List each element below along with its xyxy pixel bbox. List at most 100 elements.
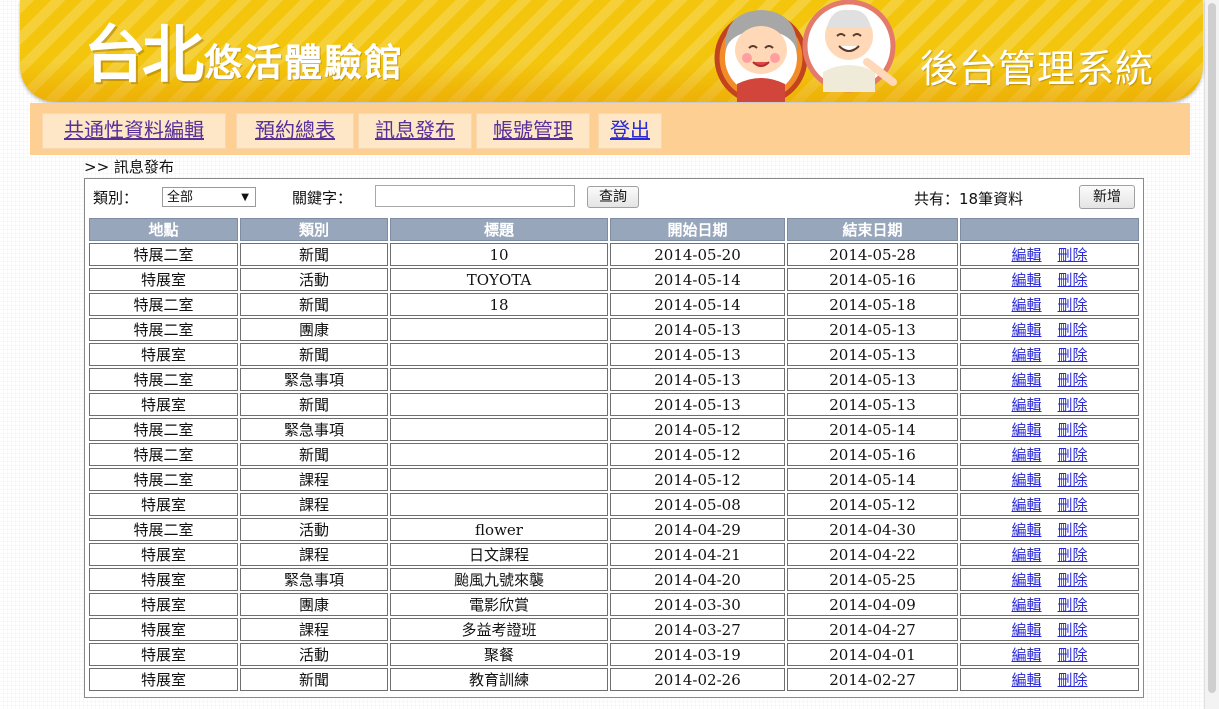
- nav-item-announcements[interactable]: 訊息發布: [358, 113, 472, 149]
- delete-link[interactable]: 刪除: [1058, 271, 1088, 289]
- delete-link[interactable]: 刪除: [1058, 471, 1088, 489]
- edit-link[interactable]: 編輯: [1011, 596, 1041, 614]
- cell-start-date: 2014-05-08: [610, 493, 785, 516]
- cell-start-date: 2014-05-14: [610, 293, 785, 316]
- edit-link[interactable]: 編輯: [1011, 346, 1041, 364]
- scrollbar-thumb[interactable]: [1208, 3, 1216, 693]
- announcement-table: 地點 類別 標題 開始日期 結束日期 特展二室 新聞 10 2014-05-20 201…: [87, 216, 1141, 693]
- category-select-value: 全部: [167, 190, 194, 205]
- cell-start-date: 2014-05-13: [610, 368, 785, 391]
- cell-actions: 編輯 刪除: [960, 543, 1139, 566]
- category-label: 類別：: [93, 189, 139, 207]
- category-select[interactable]: 全部 ▼: [162, 187, 256, 207]
- cell-category: 新聞: [240, 668, 388, 691]
- delete-link[interactable]: 刪除: [1058, 246, 1088, 264]
- cell-title: 颱風九號來襲: [390, 568, 608, 591]
- edit-link[interactable]: 編輯: [1011, 396, 1041, 414]
- cell-end-date: 2014-05-12: [787, 493, 958, 516]
- cell-location: 特展室: [89, 593, 238, 616]
- cell-end-date: 2014-04-27: [787, 618, 958, 641]
- edit-link[interactable]: 編輯: [1011, 321, 1041, 339]
- edit-link[interactable]: 編輯: [1011, 371, 1041, 389]
- cell-end-date: 2014-05-16: [787, 443, 958, 466]
- delete-link[interactable]: 刪除: [1058, 521, 1088, 539]
- edit-link[interactable]: 編輯: [1011, 246, 1041, 264]
- cell-end-date: 2014-05-28: [787, 243, 958, 266]
- cell-category: 課程: [240, 618, 388, 641]
- delete-link[interactable]: 刪除: [1058, 596, 1088, 614]
- cell-end-date: 2014-05-25: [787, 568, 958, 591]
- edit-link[interactable]: 編輯: [1011, 546, 1041, 564]
- delete-link[interactable]: 刪除: [1058, 396, 1088, 414]
- cell-location: 特展室: [89, 393, 238, 416]
- cell-start-date: 2014-02-26: [610, 668, 785, 691]
- edit-link[interactable]: 編輯: [1011, 296, 1041, 314]
- edit-link[interactable]: 編輯: [1011, 521, 1041, 539]
- nav-item-reservations[interactable]: 預約總表: [236, 113, 354, 149]
- delete-link[interactable]: 刪除: [1058, 671, 1088, 689]
- delete-link[interactable]: 刪除: [1058, 321, 1088, 339]
- table-row: 特展二室 活動 flower 2014-04-29 2014-04-30 編輯 刪除: [89, 518, 1139, 541]
- search-button[interactable]: 查詢: [587, 186, 639, 208]
- table-row: 特展室 新聞 教育訓練 2014-02-26 2014-02-27 編輯 刪除: [89, 668, 1139, 691]
- delete-link[interactable]: 刪除: [1058, 571, 1088, 589]
- table-row: 特展室 新聞 2014-05-13 2014-05-13 編輯 刪除: [89, 393, 1139, 416]
- delete-link[interactable]: 刪除: [1058, 371, 1088, 389]
- table-row: 特展二室 新聞 18 2014-05-14 2014-05-18 編輯 刪除: [89, 293, 1139, 316]
- cell-title: 18: [390, 293, 608, 316]
- keyword-label: 關鍵字：: [292, 189, 353, 207]
- cell-start-date: 2014-04-21: [610, 543, 785, 566]
- cell-actions: 編輯 刪除: [960, 643, 1139, 666]
- cell-end-date: 2014-05-14: [787, 418, 958, 441]
- delete-link[interactable]: 刪除: [1058, 346, 1088, 364]
- cell-category: 活動: [240, 268, 388, 291]
- cell-category: 活動: [240, 518, 388, 541]
- edit-link[interactable]: 編輯: [1011, 271, 1041, 289]
- nav-item-common-data[interactable]: 共通性資料編輯: [42, 113, 226, 149]
- cell-start-date: 2014-05-13: [610, 318, 785, 341]
- edit-link[interactable]: 編輯: [1011, 446, 1041, 464]
- cell-start-date: 2014-05-12: [610, 443, 785, 466]
- edit-link[interactable]: 編輯: [1011, 471, 1041, 489]
- cell-start-date: 2014-05-12: [610, 468, 785, 491]
- breadcrumb: >> 訊息發布: [84, 158, 174, 176]
- cell-title: [390, 368, 608, 391]
- edit-link[interactable]: 編輯: [1011, 671, 1041, 689]
- column-header-actions: [960, 218, 1139, 241]
- cell-start-date: 2014-05-13: [610, 393, 785, 416]
- cell-end-date: 2014-05-13: [787, 343, 958, 366]
- table-row: 特展室 課程 2014-05-08 2014-05-12 編輯 刪除: [89, 493, 1139, 516]
- edit-link[interactable]: 編輯: [1011, 421, 1041, 439]
- cell-category: 新聞: [240, 293, 388, 316]
- delete-link[interactable]: 刪除: [1058, 546, 1088, 564]
- delete-link[interactable]: 刪除: [1058, 496, 1088, 514]
- nav-item-logout[interactable]: 登出: [598, 113, 662, 149]
- edit-link[interactable]: 編輯: [1011, 621, 1041, 639]
- delete-link[interactable]: 刪除: [1058, 446, 1088, 464]
- cell-title: TOYOTA: [390, 268, 608, 291]
- cell-end-date: 2014-04-01: [787, 643, 958, 666]
- cell-end-date: 2014-05-18: [787, 293, 958, 316]
- delete-link[interactable]: 刪除: [1058, 421, 1088, 439]
- column-header-category: 類別: [240, 218, 388, 241]
- edit-link[interactable]: 編輯: [1011, 496, 1041, 514]
- table-row: 特展室 活動 TOYOTA 2014-05-14 2014-05-16 編輯 刪除: [89, 268, 1139, 291]
- nav-item-accounts[interactable]: 帳號管理: [476, 113, 590, 149]
- cell-title: flower: [390, 518, 608, 541]
- edit-link[interactable]: 編輯: [1011, 571, 1041, 589]
- keyword-input[interactable]: [375, 185, 575, 207]
- table-row: 特展室 團康 電影欣賞 2014-03-30 2014-04-09 編輯 刪除: [89, 593, 1139, 616]
- delete-link[interactable]: 刪除: [1058, 646, 1088, 664]
- cell-actions: 編輯 刪除: [960, 493, 1139, 516]
- delete-link[interactable]: 刪除: [1058, 621, 1088, 639]
- cell-location: 特展二室: [89, 468, 238, 491]
- edit-link[interactable]: 編輯: [1011, 646, 1041, 664]
- cell-end-date: 2014-04-22: [787, 543, 958, 566]
- cell-location: 特展室: [89, 668, 238, 691]
- cell-category: 團康: [240, 593, 388, 616]
- add-button[interactable]: 新增: [1079, 185, 1135, 209]
- delete-link[interactable]: 刪除: [1058, 296, 1088, 314]
- cell-actions: 編輯 刪除: [960, 418, 1139, 441]
- cell-location: 特展室: [89, 493, 238, 516]
- vertical-scrollbar[interactable]: [1204, 0, 1219, 709]
